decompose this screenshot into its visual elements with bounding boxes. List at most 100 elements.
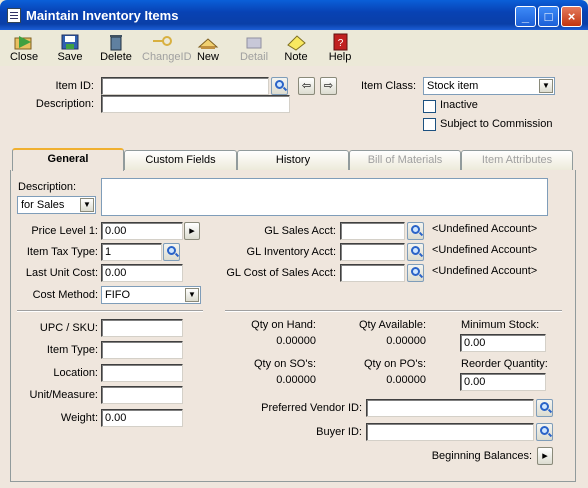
previous-item-button[interactable]: ⇦ [298, 77, 315, 95]
qty-so-label: Qty on SO's: [253, 358, 316, 370]
delete-label: Delete [100, 51, 132, 63]
upc-input[interactable] [101, 319, 183, 337]
gl-inventory-description: <Undefined Account> [432, 244, 538, 256]
vendor-lookup-button[interactable] [536, 399, 553, 417]
beginning-balances-button[interactable]: ▸ [537, 447, 553, 465]
qty-po-label: Qty on PO's: [363, 358, 426, 370]
last-cost-label: Last Unit Cost: [25, 267, 98, 279]
svg-text:?: ? [338, 38, 344, 49]
note-label: Note [284, 51, 308, 63]
tab-bill-of-materials[interactable]: Bill of Materials [349, 150, 461, 171]
buyer-lookup-button[interactable] [536, 423, 553, 441]
detail-icon [246, 37, 262, 49]
commission-label: Subject to Commission [440, 118, 553, 130]
item-id-input[interactable] [101, 77, 269, 95]
vendor-label: Preferred Vendor ID: [261, 402, 362, 414]
maximize-button[interactable]: □ [538, 6, 559, 27]
help-button[interactable]: ? Help [320, 32, 360, 66]
note-icon [287, 35, 306, 51]
gl-inventory-lookup-button[interactable] [407, 243, 424, 261]
item-id-lookup-button[interactable] [271, 77, 288, 95]
changeid-label: ChangeID [142, 51, 192, 63]
save-icon [61, 34, 79, 50]
buyer-input[interactable] [366, 423, 534, 441]
item-class-value: Stock item [427, 80, 479, 92]
help-label: Help [328, 51, 352, 63]
item-class-label: Item Class: [360, 80, 416, 92]
app-icon [7, 8, 21, 23]
gl-cos-lookup-button[interactable] [407, 264, 424, 282]
gl-inventory-input[interactable] [340, 243, 405, 261]
inactive-checkbox[interactable] [423, 100, 436, 113]
save-label: Save [57, 51, 83, 63]
trash-icon [110, 35, 122, 51]
close-button[interactable]: Close [4, 32, 44, 66]
location-input[interactable] [101, 364, 183, 382]
divider-left [17, 310, 203, 312]
unit-input[interactable] [101, 386, 183, 404]
buyer-label: Buyer ID: [316, 426, 362, 438]
gl-inventory-label: GL Inventory Acct: [246, 246, 336, 258]
minimize-button[interactable]: _ [515, 6, 536, 27]
chevron-down-icon[interactable]: ▼ [539, 79, 553, 93]
unit-label: Unit/Measure: [29, 389, 98, 401]
tax-type-input[interactable]: 1 [101, 243, 162, 261]
changeid-button[interactable]: ChangeID [142, 32, 192, 66]
min-stock-input[interactable]: 0.00 [460, 334, 546, 352]
triangle-right-icon: ▸ [189, 225, 195, 237]
close-label: Close [9, 51, 39, 63]
save-button[interactable]: Save [50, 32, 90, 66]
general-description-textarea[interactable] [101, 178, 548, 216]
delete-button[interactable]: Delete [96, 32, 136, 66]
item-type-input[interactable] [101, 341, 183, 359]
gl-sales-lookup-button[interactable] [407, 222, 424, 240]
item-class-select[interactable]: Stock item ▼ [423, 77, 555, 95]
description-input[interactable] [101, 95, 290, 113]
item-type-label: Item Type: [46, 344, 98, 356]
qty-available-value: 0.00000 [386, 335, 426, 347]
divider-right [225, 310, 562, 312]
detail-button[interactable]: Detail [234, 32, 274, 66]
cost-method-select[interactable]: FIFO ▼ [101, 286, 201, 304]
weight-label: Weight: [60, 412, 98, 424]
tab-item-attributes[interactable]: Item Attributes [461, 150, 573, 171]
arrow-right-icon: ⇨ [323, 80, 334, 92]
window-title: Maintain Inventory Items [26, 8, 179, 23]
tax-type-lookup-button[interactable] [163, 243, 180, 261]
new-label: New [196, 51, 219, 63]
price-level-input[interactable]: 0.00 [101, 222, 183, 240]
tab-history[interactable]: History [237, 150, 349, 171]
toolbar: Close Save Delete ChangeID New Detail No… [4, 30, 588, 66]
general-description-label: Description: [18, 181, 77, 193]
inactive-label: Inactive [440, 99, 478, 111]
detail-label: Detail [239, 51, 269, 63]
commission-checkbox[interactable] [423, 118, 436, 131]
qty-on-hand-label: Qty on Hand: [251, 319, 316, 331]
arrow-left-icon: ⇦ [301, 80, 312, 92]
qty-on-hand-value: 0.00000 [276, 335, 316, 347]
chevron-down-icon[interactable]: ▼ [185, 288, 199, 302]
gl-sales-description: <Undefined Account> [432, 223, 538, 235]
description-label: Description: [35, 98, 94, 110]
reorder-label: Reorder Quantity: [461, 358, 548, 370]
close-window-button[interactable]: × [561, 6, 582, 27]
qty-po-value: 0.00000 [386, 374, 426, 386]
last-cost-input[interactable]: 0.00 [101, 264, 183, 282]
description-type-select[interactable]: for Sales ▼ [17, 196, 96, 214]
gl-cos-description: <Undefined Account> [432, 265, 538, 277]
next-item-button[interactable]: ⇨ [320, 77, 337, 95]
price-level-arrow-button[interactable]: ▸ [184, 222, 200, 240]
vendor-input[interactable] [366, 399, 534, 417]
reorder-input[interactable]: 0.00 [460, 373, 546, 391]
title-bar[interactable]: Maintain Inventory Items _ □ × [0, 0, 588, 30]
tab-custom-fields[interactable]: Custom Fields [124, 150, 237, 171]
new-button[interactable]: New [188, 32, 228, 66]
qty-so-value: 0.00000 [276, 374, 316, 386]
note-button[interactable]: Note [276, 32, 316, 66]
chevron-down-icon[interactable]: ▼ [80, 198, 94, 212]
gl-sales-input[interactable] [340, 222, 405, 240]
gl-cos-input[interactable] [340, 264, 405, 282]
weight-input[interactable]: 0.00 [101, 409, 183, 427]
qty-available-label: Qty Available: [358, 319, 426, 331]
tab-general[interactable]: General [12, 148, 124, 171]
